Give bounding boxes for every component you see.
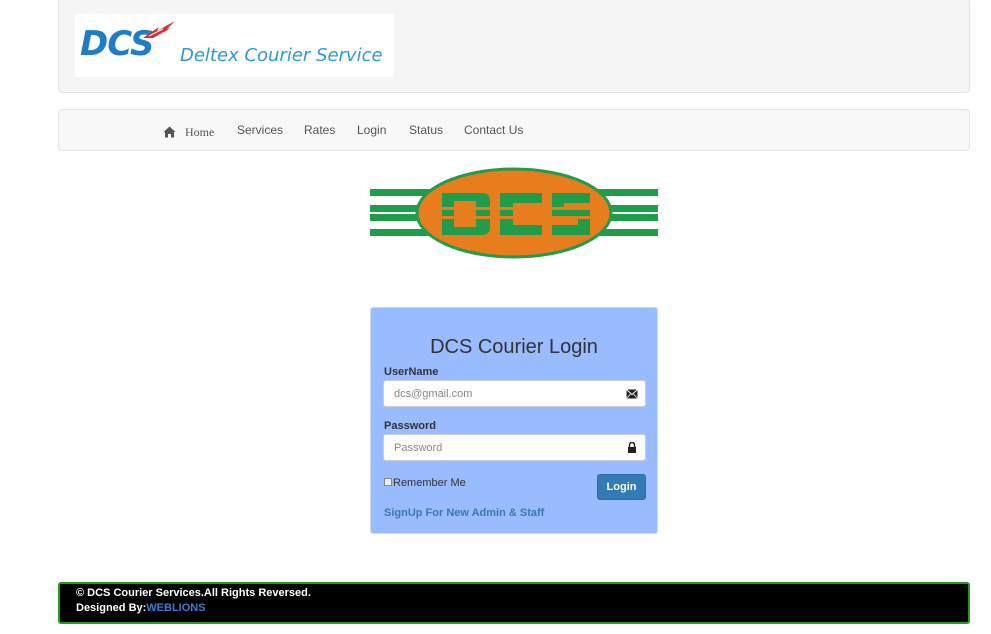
envelope-icon (626, 389, 638, 399)
signup-link[interactable]: SignUp For New Admin & Staff (384, 507, 544, 519)
logo-company-name: Deltex Courier Service (180, 45, 383, 66)
site-footer: © DCS Courier Services.All Rights Revers… (58, 582, 970, 624)
footer-copyright: © DCS Courier Services.All Rights Revers… (76, 587, 311, 599)
nav-login[interactable]: Login (357, 123, 386, 137)
password-input[interactable] (383, 434, 646, 461)
home-icon (163, 126, 176, 137)
login-panel: DCS Courier Login UserName Password Reme… (370, 307, 658, 534)
nav-services[interactable]: Services (237, 123, 283, 137)
remember-me[interactable]: Remember Me (384, 477, 466, 489)
nav-contact-us[interactable]: Contact Us (464, 123, 523, 137)
site-logo[interactable]: DCS Deltex Courier Service (75, 14, 394, 77)
login-title: DCS Courier Login (430, 336, 598, 358)
site-header: DCS Deltex Courier Service (58, 0, 970, 93)
password-label: Password (384, 420, 436, 432)
plane-arrows-icon (143, 21, 175, 38)
login-button[interactable]: Login (597, 474, 646, 500)
footer-designed-by: Designed By:WEBLIONS (76, 602, 206, 614)
remember-me-label: Remember Me (393, 477, 466, 489)
nav-rates[interactable]: Rates (304, 123, 335, 137)
main-navbar: Home Services Rates Login Status Contact… (58, 109, 970, 151)
nav-status[interactable]: Status (409, 123, 443, 137)
dcs-emblem-logo (370, 167, 658, 259)
remember-me-checkbox[interactable] (384, 477, 392, 486)
nav-home-label: Home (185, 125, 215, 139)
nav-home[interactable]: Home (163, 123, 214, 140)
username-label: UserName (384, 366, 439, 378)
lock-icon (628, 442, 636, 453)
username-input[interactable] (383, 380, 646, 407)
designer-link[interactable]: WEBLIONS (146, 602, 205, 614)
designed-by-label: Designed By: (76, 602, 147, 614)
